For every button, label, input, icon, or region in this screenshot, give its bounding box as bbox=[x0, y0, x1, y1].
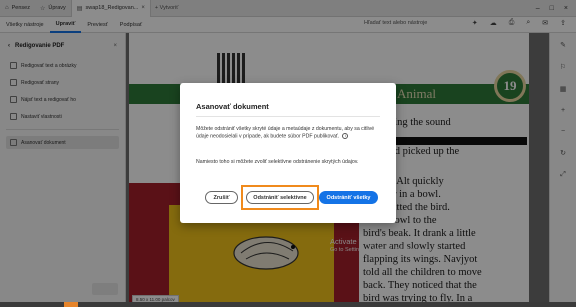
remove-selective-button[interactable]: Odstrániť selektívne bbox=[246, 191, 314, 204]
watermark-subtitle: Go to Settings to activate Windows. bbox=[330, 247, 417, 253]
dialog-divider bbox=[196, 116, 380, 117]
dialog-description: Môžete odstrániť všetky skryté údaje a m… bbox=[196, 126, 382, 141]
bottom-bar bbox=[0, 302, 576, 307]
remove-all-button[interactable]: Odstrániť všetky bbox=[319, 191, 378, 204]
sanitize-dialog: Asanovať dokument Môžete odstrániť všetk… bbox=[180, 83, 396, 223]
info-icon[interactable]: i bbox=[342, 133, 349, 140]
activation-watermark: Activate Windows Go to Settings to activ… bbox=[330, 237, 417, 255]
dialog-alternative-text: Namiesto toho si môžete zvoliť selektívn… bbox=[196, 159, 359, 165]
dialog-title: Asanovať dokument bbox=[196, 102, 269, 111]
taskbar-app-indicator bbox=[64, 302, 78, 307]
cancel-button[interactable]: Zrušiť bbox=[205, 191, 238, 204]
watermark-title: Activate Windows bbox=[330, 237, 390, 246]
